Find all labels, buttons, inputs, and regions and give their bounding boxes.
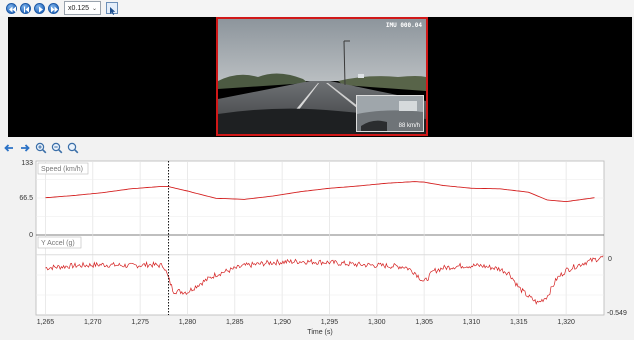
video-panel: IMU 000.04 88 km/h xyxy=(8,17,632,137)
zoom-out-icon xyxy=(51,142,63,154)
pan-right-button[interactable] xyxy=(19,141,31,153)
zoom-out-button[interactable] xyxy=(51,141,63,154)
x-tick-label: 1,310 xyxy=(463,319,481,326)
graph-toolbar xyxy=(0,140,634,154)
arrow-right-icon xyxy=(21,144,30,152)
x-tick-label: 1,265 xyxy=(37,319,55,326)
x-tick-label: 1,295 xyxy=(321,319,339,326)
fast-forward-button[interactable] xyxy=(48,2,59,14)
rewind-button[interactable] xyxy=(6,2,17,14)
cursor-icon xyxy=(110,7,116,15)
playback-speed-value: x0.125 xyxy=(68,4,90,12)
playback-speed-select[interactable]: x0.125 ⌄ xyxy=(64,1,102,15)
pan-left-button[interactable] xyxy=(3,141,15,153)
pip-speed-label: 88 km/h xyxy=(398,123,420,129)
speed-ytick-max: 133 xyxy=(21,160,33,167)
cursor-tool-button[interactable] xyxy=(106,2,119,15)
x-tick-label: 1,270 xyxy=(84,319,102,326)
accel-series-legend: Y Accel (g) xyxy=(41,240,75,247)
x-tick-label: 1,305 xyxy=(415,319,433,326)
x-tick-label: 1,275 xyxy=(131,319,149,326)
x-tick-label: 1,315 xyxy=(510,319,528,326)
pip-video[interactable]: 88 km/h xyxy=(356,95,424,132)
x-tick-label: 1,285 xyxy=(226,319,244,326)
rewind-icon xyxy=(9,6,16,12)
chevron-down-icon: ⌄ xyxy=(92,5,98,12)
imu-overlay-label: IMU 000.04 xyxy=(385,22,422,29)
step-back-button[interactable] xyxy=(20,2,31,14)
zoom-fit-button[interactable] xyxy=(67,141,79,154)
speed-ytick-mid: 66.5 xyxy=(19,195,33,202)
x-axis-label: Time (s) xyxy=(307,329,332,336)
play-icon xyxy=(39,6,43,12)
zoom-in-button[interactable] xyxy=(35,141,47,154)
arrow-left-icon xyxy=(4,144,13,152)
telemetry-chart[interactable]: Speed (km/h) 133 66.5 Y Accel (g) 0 0 -0… xyxy=(0,155,634,340)
speed-series-legend: Speed (km/h) xyxy=(41,166,83,173)
accel-ytick-zero: 0 xyxy=(608,256,612,263)
x-tick-label: 1,320 xyxy=(557,319,575,326)
zoom-in-icon xyxy=(35,142,47,154)
chart-area: Speed (km/h) 133 66.5 Y Accel (g) 0 0 -0… xyxy=(0,155,634,340)
video-frame[interactable]: IMU 000.04 88 km/h xyxy=(216,17,428,136)
zoom-fit-icon xyxy=(67,142,79,154)
x-tick-label: 1,290 xyxy=(273,319,291,326)
fast-forward-icon xyxy=(51,6,58,12)
x-tick-label: 1,300 xyxy=(368,319,386,326)
accel-left-ytick-zero: 0 xyxy=(29,232,33,239)
playback-toolbar: x0.125 ⌄ xyxy=(0,0,634,16)
accel-ytick-min: -0.549 xyxy=(607,310,627,317)
step-back-icon xyxy=(24,6,29,12)
play-button[interactable] xyxy=(34,2,45,14)
x-tick-label: 1,280 xyxy=(179,319,197,326)
